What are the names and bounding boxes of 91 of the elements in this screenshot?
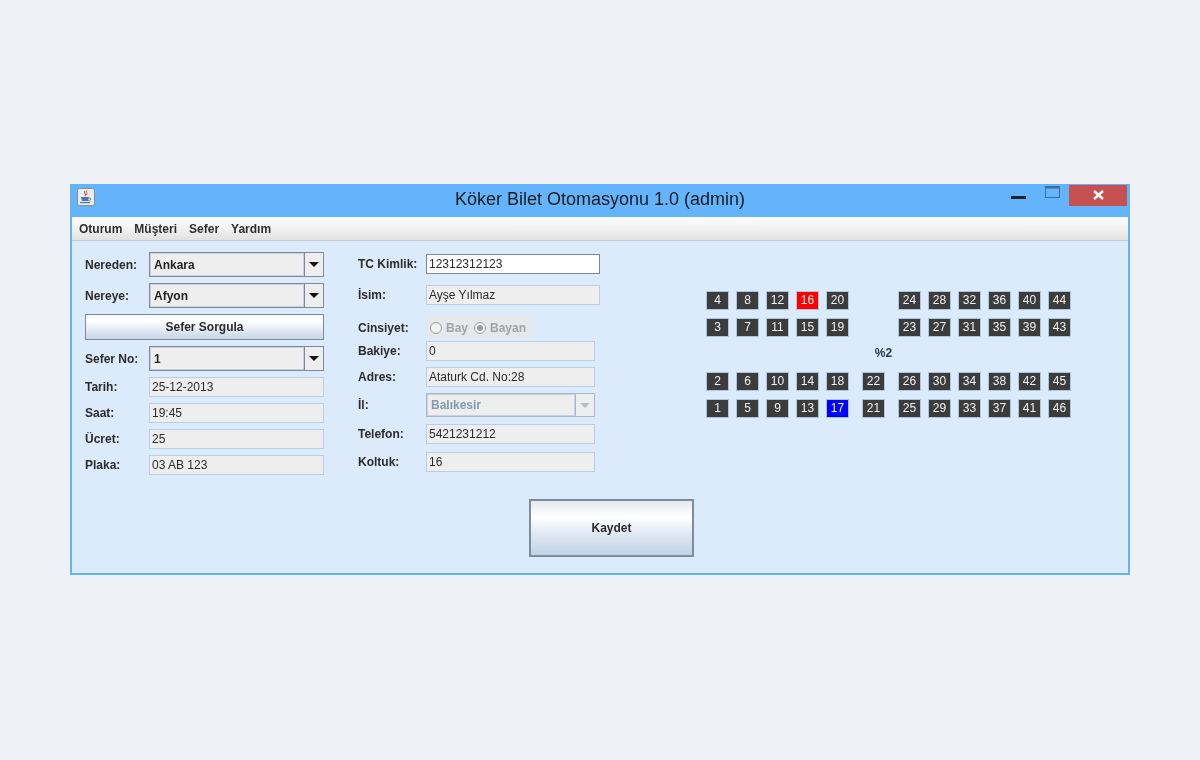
- seat-button[interactable]: 10: [766, 372, 789, 391]
- dropdown[interactable]: Ankara: [149, 252, 324, 277]
- seat-button[interactable]: 34: [958, 372, 981, 391]
- seat-button[interactable]: 20: [826, 291, 849, 310]
- seat-button[interactable]: 2: [706, 372, 729, 391]
- seat-button[interactable]: 8: [736, 291, 759, 310]
- text-field[interactable]: 03 AB 123: [149, 455, 324, 475]
- seat-button[interactable]: 28: [928, 291, 951, 310]
- seat-button[interactable]: 44: [1048, 291, 1071, 310]
- seat-button[interactable]: 13: [796, 399, 819, 418]
- seat-button[interactable]: 35: [988, 318, 1011, 337]
- seat-button[interactable]: 4: [706, 291, 729, 310]
- seat-button[interactable]: 39: [1018, 318, 1041, 337]
- seat-button[interactable]: 11: [766, 318, 789, 337]
- cup-icon: [77, 188, 95, 206]
- input-field[interactable]: 12312312123: [426, 254, 600, 274]
- save-button[interactable]: Kaydet: [529, 499, 694, 557]
- field-label: Sefer No:: [85, 351, 140, 366]
- field-label: Koltuk:: [358, 455, 401, 469]
- seat-button[interactable]: 19: [826, 318, 849, 337]
- seat-button[interactable]: 14: [796, 372, 819, 391]
- field-label: Nereden:: [85, 257, 138, 272]
- seat-button[interactable]: 17: [826, 399, 849, 418]
- menu-item[interactable]: Sefer: [189, 221, 220, 236]
- seat-button[interactable]: 3: [706, 318, 729, 337]
- field-label: Cinsiyet:: [358, 320, 410, 335]
- seat-button[interactable]: 36: [988, 291, 1011, 310]
- seat-button[interactable]: 25: [898, 399, 921, 418]
- seat-button[interactable]: 29: [928, 399, 951, 418]
- field-label: Plaka:: [85, 458, 122, 472]
- text-field[interactable]: Ayşe Yılmaz: [426, 285, 600, 305]
- caret-icon: [309, 356, 319, 361]
- seat-button[interactable]: 22: [862, 372, 885, 391]
- seat-button[interactable]: 24: [898, 291, 921, 310]
- field-label: Adres:: [358, 370, 397, 384]
- field-label: TC Kimlik:: [358, 257, 419, 271]
- seat-button[interactable]: 42: [1018, 372, 1041, 391]
- dropdown[interactable]: Afyon: [149, 283, 324, 308]
- minimize-icon: [1010, 196, 1026, 199]
- seat-button[interactable]: 37: [988, 399, 1011, 418]
- seat-map-label: %2: [874, 345, 893, 362]
- seat-button[interactable]: 41: [1018, 399, 1041, 418]
- seat-button[interactable]: 16: [796, 291, 819, 310]
- text-field[interactable]: 25: [149, 429, 324, 449]
- seat-button[interactable]: 12: [766, 291, 789, 310]
- seat-button[interactable]: 6: [736, 372, 759, 391]
- text-field[interactable]: 19:45: [149, 403, 324, 423]
- seat-button[interactable]: 18: [826, 372, 849, 391]
- text-field[interactable]: 25-12-2013: [149, 377, 324, 397]
- menu-item[interactable]: Yardım: [231, 221, 272, 236]
- maximize-icon: [1044, 186, 1060, 198]
- seat-button[interactable]: 26: [898, 372, 921, 391]
- menu-item[interactable]: Müşteri: [134, 221, 178, 236]
- close-icon: [1092, 190, 1104, 200]
- seat-button[interactable]: 30: [928, 372, 951, 391]
- seat-button[interactable]: 45: [1048, 372, 1071, 391]
- dropdown[interactable]: 1: [149, 346, 324, 371]
- field-label: İl:: [358, 398, 370, 412]
- text-field[interactable]: 5421231212: [426, 424, 595, 444]
- field-label: İsim:: [358, 288, 387, 302]
- field-label: Nereye:: [85, 288, 131, 303]
- field-label: Telefon:: [358, 427, 405, 441]
- text-field[interactable]: 16: [426, 452, 595, 472]
- menu-item[interactable]: Oturum: [79, 221, 123, 236]
- query-button[interactable]: Sefer Sorgula: [85, 314, 324, 340]
- seat-button[interactable]: 7: [736, 318, 759, 337]
- caret-icon: [309, 293, 319, 298]
- seat-button[interactable]: 31: [958, 318, 981, 337]
- window-title: Köker Bilet Otomasyonu 1.0 (admin): [454, 188, 746, 211]
- text-field[interactable]: 0: [426, 341, 595, 361]
- seat-button[interactable]: 32: [958, 291, 981, 310]
- text-field[interactable]: Ataturk Cd. No:28: [426, 367, 595, 387]
- seat-button[interactable]: 9: [766, 399, 789, 418]
- seat-button[interactable]: 33: [958, 399, 981, 418]
- close-button[interactable]: [1069, 185, 1127, 206]
- field-label: Saat:: [85, 406, 116, 420]
- field-label: Ücret:: [85, 432, 121, 446]
- caret-icon: [309, 262, 319, 267]
- seat-button[interactable]: 27: [928, 318, 951, 337]
- seat-button[interactable]: 38: [988, 372, 1011, 391]
- seat-button[interactable]: 5: [736, 399, 759, 418]
- seat-button[interactable]: 43: [1048, 318, 1071, 337]
- seat-button[interactable]: 40: [1018, 291, 1041, 310]
- seat-button[interactable]: 23: [898, 318, 921, 337]
- seat-button[interactable]: 46: [1048, 399, 1071, 418]
- field-label: Tarih:: [85, 380, 119, 394]
- seat-button[interactable]: 1: [706, 399, 729, 418]
- caret-icon: [580, 402, 590, 408]
- seat-button[interactable]: 21: [862, 399, 885, 418]
- field-label: Bakiye:: [358, 344, 402, 358]
- seat-button[interactable]: 15: [796, 318, 819, 337]
